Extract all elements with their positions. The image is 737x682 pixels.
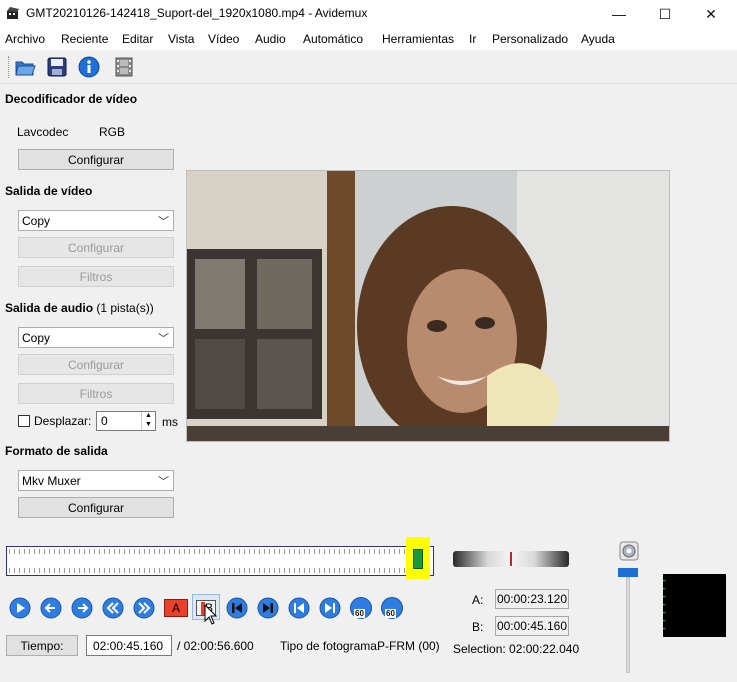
speaker-icon[interactable] [619,541,639,561]
marker-b-value: 00:00:45.160 [495,616,569,636]
menu-audio[interactable]: Audio [255,32,286,46]
back-60s-label: 60 [354,609,365,618]
selection-value: 02:00:22.040 [509,642,580,656]
menu-video[interactable]: Vídeo [208,32,239,46]
timeline-slider[interactable] [6,546,434,576]
chevron-down-icon: ﹀ [158,216,169,228]
open-folder-icon[interactable] [14,56,36,78]
volume-slider-handle[interactable] [618,568,638,577]
forward-one-frame-icon[interactable] [71,597,93,619]
timeline-cursor-handle[interactable] [413,549,423,569]
muxer-select[interactable]: Mkv Muxer ﹀ [18,470,174,491]
menu-archivo[interactable]: Archivo [5,32,45,46]
time-button[interactable]: Tiempo: [6,635,78,656]
menu-reciente[interactable]: Reciente [61,32,108,46]
spin-down-icon[interactable]: ▼ [142,421,155,430]
marker-a-value: 00:00:23.120 [495,589,569,609]
timeline-ticks-bottom [9,568,431,573]
back-one-frame-icon[interactable] [40,597,62,619]
audio-output-title-text: Salida de audio [5,301,94,315]
audio-meter [663,574,726,637]
audio-shift-value: 0 [101,414,108,428]
menu-bar: Archivo Reciente Editar Vista Vídeo Audi… [0,28,737,50]
chevron-down-icon: ﹀ [158,476,169,488]
frame-type-label: Tipo de fotograma: [280,639,381,653]
back-60s-button[interactable]: 60 [350,597,372,619]
go-to-marker-b-icon[interactable] [319,597,341,619]
save-disk-icon[interactable] [46,56,68,78]
audio-codec-value: Copy [22,330,51,345]
forward-keyframe-icon[interactable] [133,597,155,619]
audio-track-count: (1 pista(s)) [96,301,154,315]
muxer-value: Mkv Muxer [22,473,81,488]
audio-codec-select[interactable]: Copy ﹀ [18,327,174,348]
title-bar: GMT20210126-142418_Suport-del_1920x1080.… [0,0,737,28]
avidemux-app-icon [7,7,19,19]
decoder-codec-label: Lavcodec [17,125,69,139]
timeline-ticks-top [9,549,431,554]
mouse-cursor-icon [204,604,218,625]
menu-ayuda[interactable]: Ayuda [581,32,615,46]
selection-readout: Selection: 02:00:22.040 [453,642,579,656]
video-configure-button[interactable]: Configurar [18,237,174,258]
info-icon[interactable] [78,56,100,78]
marker-b-label: B: [472,620,484,634]
play-icon[interactable] [9,597,31,619]
audio-output-title: Salida de audio (1 pista(s)) [5,301,154,315]
jog-shuttle[interactable] [453,551,569,567]
forward-60s-label: 60 [385,609,396,618]
current-time-field[interactable]: 02:00:45.160 [86,635,172,656]
selection-label: Selection: [453,642,506,656]
menu-automatico[interactable]: Automático [303,32,363,46]
video-preview [186,170,670,442]
output-format-title: Formato de salida [5,444,108,458]
decoder-colorspace-label: RGB [99,125,126,139]
audio-shift-unit: ms [162,415,178,429]
previous-cut-icon[interactable] [226,597,248,619]
minimize-button[interactable]: — [596,0,642,28]
audio-shift-label: Desplazar: [34,414,92,428]
audio-meter-scale [663,580,665,630]
video-filters-button[interactable]: Filtros [18,266,174,287]
jog-center-mark [510,552,512,566]
muxer-configure-button[interactable]: Configurar [18,497,174,518]
spin-buttons[interactable]: ▲ ▼ [141,412,155,430]
video-output-title: Salida de vídeo [5,184,93,198]
menu-ir[interactable]: Ir [469,32,476,46]
window-title: GMT20210126-142418_Suport-del_1920x1080.… [26,6,368,20]
audio-shift-checkbox[interactable] [18,415,30,427]
maximize-button[interactable]: ☐ [642,0,688,28]
toolbar [0,50,737,84]
video-codec-select[interactable]: Copy ﹀ [18,210,174,231]
spin-up-icon[interactable]: ▲ [142,412,155,421]
volume-slider-track[interactable] [626,577,630,673]
video-codec-value: Copy [22,213,51,228]
audio-configure-button[interactable]: Configurar [18,354,174,375]
timeline-cursor[interactable] [406,537,430,579]
decoder-configure-button[interactable]: Configurar [18,149,174,170]
chevron-down-icon: ﹀ [158,333,169,345]
set-marker-a-button[interactable]: A [164,599,188,617]
menu-vista[interactable]: Vista [168,32,194,46]
forward-60s-button[interactable]: 60 [381,597,403,619]
menu-personalizado[interactable]: Personalizado [492,32,568,46]
back-keyframe-icon[interactable] [102,597,124,619]
go-to-marker-a-icon[interactable] [288,597,310,619]
menu-herramientas[interactable]: Herramientas [382,32,454,46]
video-frame-image [187,171,669,441]
frame-type-value: P-FRM (00) [377,639,440,653]
marker-a-glyph: A [171,601,180,615]
audio-shift-spinbox[interactable]: 0 ▲ ▼ [96,411,156,431]
marker-a-label: A: [472,593,484,607]
film-icon[interactable] [113,56,135,78]
audio-filters-button[interactable]: Filtros [18,383,174,404]
video-decoder-title: Decodificador de vídeo [5,92,138,106]
close-button[interactable]: ✕ [688,0,734,28]
total-duration: / 02:00:56.600 [177,639,254,653]
menu-editar[interactable]: Editar [122,32,153,46]
toolbar-grip [8,56,10,78]
next-cut-icon[interactable] [257,597,279,619]
